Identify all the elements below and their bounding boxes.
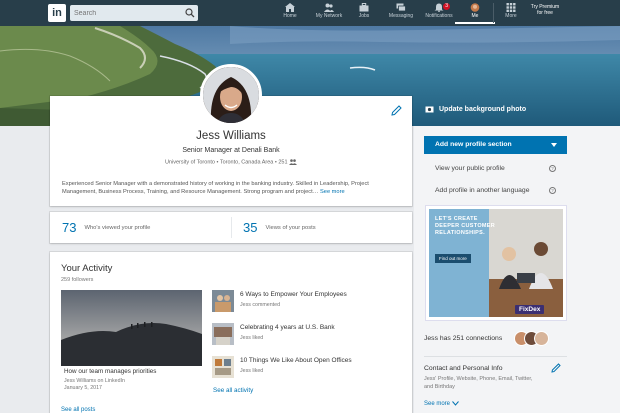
home-icon xyxy=(285,3,295,12)
ad-headline-line3: RELATIONSHIPS. xyxy=(435,230,485,236)
nav-home-label: Home xyxy=(283,13,297,19)
activity-thumbnail xyxy=(212,323,234,345)
connection-avatar xyxy=(534,331,549,346)
post-views-count: 35 xyxy=(243,220,258,235)
profile-name: Jess Williams xyxy=(196,130,266,142)
see-all-posts-link[interactable]: See all posts xyxy=(61,407,95,413)
activity-card: Your Activity 259 followers How our team… xyxy=(50,252,412,413)
chevron-down-icon xyxy=(451,401,459,406)
add-profile-section-button[interactable]: Add new profile section xyxy=(424,136,567,154)
add-section-label: Add new profile section xyxy=(435,141,512,148)
post-views-label: Views of your posts xyxy=(265,224,316,231)
people-icon xyxy=(324,3,334,12)
nav-home[interactable]: Home xyxy=(270,2,310,24)
connections-icon[interactable] xyxy=(289,159,298,165)
activity-thumbnail xyxy=(212,356,234,378)
mountain-silhouette-image xyxy=(61,290,202,366)
help-question-icon[interactable]: ? xyxy=(549,165,556,172)
activity-title: 6 Ways to Empower Your Employees xyxy=(240,291,347,298)
activity-title: 10 Things We Like About Open Offices xyxy=(240,357,352,364)
message-icon xyxy=(396,3,406,12)
contact-see-more-link[interactable]: See more xyxy=(424,401,459,407)
profile-views-label: Who's viewed your profile xyxy=(84,224,151,231)
advertisement[interactable]: LET'S CREATE DEEPER CUSTOMER RELATIONSHI… xyxy=(425,205,567,321)
top-nav: in Home My Network Jobs Messaging 3 Noti… xyxy=(0,0,620,26)
activity-item[interactable]: 6 Ways to Empower Your Employees Jess co… xyxy=(212,290,402,314)
update-background-label: Update background photo xyxy=(439,105,527,113)
me-avatar-icon xyxy=(470,3,480,12)
help-question-icon[interactable]: ? xyxy=(549,187,556,194)
post-date: January 5, 2017 xyxy=(64,385,102,391)
contact-info-summary: Jess' Profile, Website, Phone, Email, Tw… xyxy=(424,376,533,390)
profile-headline: Senior Manager at Denali Bank xyxy=(182,147,280,154)
nav-jobs-label: Jobs xyxy=(358,13,370,19)
profile-avatar[interactable] xyxy=(200,64,262,126)
ad-brand-logo: FixDex xyxy=(515,305,545,314)
profile-views-count: 73 xyxy=(62,220,77,235)
see-all-activity-link[interactable]: See all activity xyxy=(213,387,253,394)
nav-me[interactable]: Me xyxy=(455,2,495,24)
search-input[interactable] xyxy=(70,5,180,21)
ad-headline: LET'S CREATE DEEPER CUSTOMER RELATIONSHI… xyxy=(435,216,495,237)
camera-icon xyxy=(425,106,434,113)
edit-pencil-icon[interactable] xyxy=(391,105,402,116)
ad-headline-line2: DEEPER CUSTOMER xyxy=(435,223,496,229)
activity-title: Your Activity xyxy=(61,263,113,274)
followers-count[interactable]: 259 followers xyxy=(61,277,93,283)
ad-headline-line1: LET'S CREATE xyxy=(435,216,478,222)
notification-badge: 3 xyxy=(443,3,450,10)
activity-meta: Jess liked xyxy=(240,335,264,341)
search-icon[interactable] xyxy=(185,8,195,18)
update-background-photo-button[interactable]: Update background photo xyxy=(425,103,526,115)
grid-icon xyxy=(506,3,516,12)
profile-views-card: 73 Who's viewed your profile 35 Views of… xyxy=(50,212,412,243)
contact-see-more-label: See more xyxy=(424,401,451,408)
linkedin-logo[interactable]: in xyxy=(48,4,66,22)
post-views-link[interactable]: 35 Views of your posts xyxy=(231,212,412,243)
nav-messaging[interactable]: Messaging xyxy=(381,2,421,24)
summary-see-more-link[interactable]: See more xyxy=(320,189,345,195)
add-language-profile-link[interactable]: Add profile in another language xyxy=(435,187,529,194)
post-title[interactable]: How our team manages priorities xyxy=(64,368,156,375)
premium-line2: for free xyxy=(537,10,553,16)
activity-item[interactable]: 10 Things We Like About Open Offices Jes… xyxy=(212,356,402,380)
post-image[interactable] xyxy=(61,290,202,366)
ad-cta-button[interactable]: Find out more xyxy=(435,254,471,263)
ad-creative: LET'S CREATE DEEPER CUSTOMER RELATIONSHI… xyxy=(429,209,563,317)
profile-views-link[interactable]: 73 Who's viewed your profile xyxy=(50,212,231,243)
activity-title: Celebrating 4 years at U.S. Bank xyxy=(240,324,335,331)
connections-count-link[interactable]: Jess has 251 connections xyxy=(424,335,502,342)
rail-divider xyxy=(424,356,567,357)
connection-avatars[interactable] xyxy=(514,331,554,347)
nav-jobs[interactable]: Jobs xyxy=(344,2,384,24)
contact-info-title: Contact and Personal Info xyxy=(424,365,503,372)
profile-photo xyxy=(203,67,259,123)
edit-pencil-icon[interactable] xyxy=(551,363,561,373)
profile-location: University of Toronto • Toronto, Canada … xyxy=(50,159,412,165)
briefcase-icon xyxy=(359,3,369,12)
chevron-down-icon xyxy=(551,143,557,147)
post-meta: Jess Williams on LinkedIn January 5, 201… xyxy=(64,378,125,392)
activity-meta: Jess liked xyxy=(240,368,264,374)
view-public-profile-link[interactable]: View your public profile xyxy=(435,165,505,172)
activity-meta: Jess commented xyxy=(240,302,281,308)
activity-item[interactable]: Celebrating 4 years at U.S. Bank Jess li… xyxy=(212,323,402,347)
profile-summary: Experienced Senior Manager with a demons… xyxy=(62,180,402,196)
nav-me-label: Me xyxy=(471,13,479,19)
post-author: Jess Williams on LinkedIn xyxy=(64,378,125,384)
profile-location-text: University of Toronto • Toronto, Canada … xyxy=(164,159,288,166)
search-bar[interactable] xyxy=(70,5,198,21)
nav-messaging-label: Messaging xyxy=(388,13,414,19)
activity-thumbnail xyxy=(212,290,234,312)
try-premium-link[interactable]: Try Premium for free xyxy=(525,4,565,16)
